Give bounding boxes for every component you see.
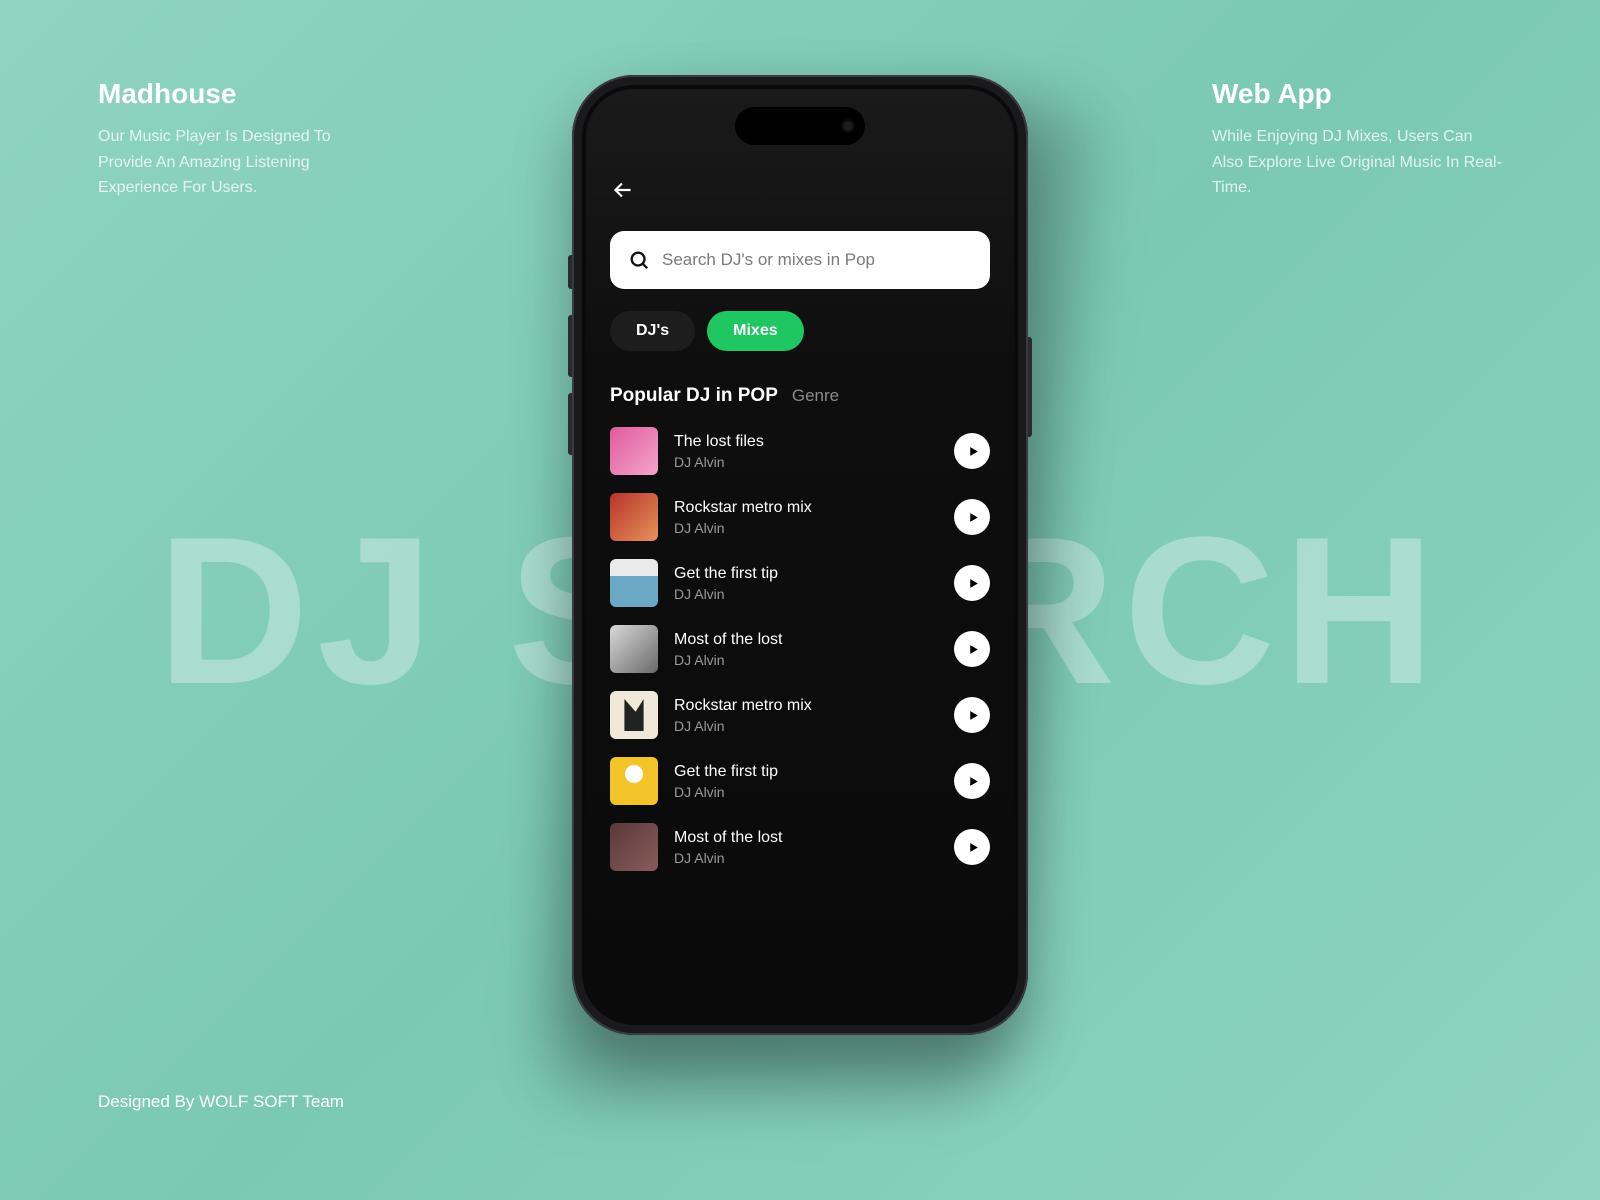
play-button[interactable] xyxy=(954,697,990,733)
track-row[interactable]: Rockstar metro mix DJ Alvin xyxy=(610,493,990,541)
track-title: Most of the lost xyxy=(674,631,938,649)
track-thumbnail xyxy=(610,559,658,607)
tab-djs[interactable]: DJ's xyxy=(610,311,695,351)
track-info: Most of the lost DJ Alvin xyxy=(674,631,938,668)
track-title: Rockstar metro mix xyxy=(674,499,938,517)
tab-mixes[interactable]: Mixes xyxy=(707,311,803,351)
track-thumbnail xyxy=(610,493,658,541)
track-artist: DJ Alvin xyxy=(674,718,938,734)
play-icon xyxy=(967,577,980,590)
track-list: The lost files DJ Alvin Rockstar metro m… xyxy=(610,427,990,871)
play-icon xyxy=(967,709,980,722)
track-info: Rockstar metro mix DJ Alvin xyxy=(674,697,938,734)
phone-volume-up xyxy=(568,315,572,377)
play-button[interactable] xyxy=(954,829,990,865)
play-button[interactable] xyxy=(954,631,990,667)
search-bar[interactable] xyxy=(610,231,990,289)
phone-volume-down xyxy=(568,393,572,455)
play-icon xyxy=(967,643,980,656)
track-title: Get the first tip xyxy=(674,763,938,781)
track-thumbnail xyxy=(610,625,658,673)
track-row[interactable]: The lost files DJ Alvin xyxy=(610,427,990,475)
arrow-left-icon xyxy=(610,177,636,203)
play-icon xyxy=(967,511,980,524)
right-info-block: Web App While Enjoying DJ Mixes, Users C… xyxy=(1212,78,1502,201)
phone-power-button xyxy=(1028,337,1032,437)
play-button[interactable] xyxy=(954,565,990,601)
section-subtitle: Genre xyxy=(792,386,839,406)
track-info: Most of the lost DJ Alvin xyxy=(674,829,938,866)
track-artist: DJ Alvin xyxy=(674,652,938,668)
right-description: While Enjoying DJ Mixes, Users Can Also … xyxy=(1212,124,1502,201)
track-artist: DJ Alvin xyxy=(674,586,938,602)
track-thumbnail xyxy=(610,691,658,739)
track-info: Get the first tip DJ Alvin xyxy=(674,565,938,602)
track-row[interactable]: Get the first tip DJ Alvin xyxy=(610,559,990,607)
track-thumbnail xyxy=(610,757,658,805)
track-info: The lost files DJ Alvin xyxy=(674,433,938,470)
track-row[interactable]: Most of the lost DJ Alvin xyxy=(610,625,990,673)
track-row[interactable]: Most of the lost DJ Alvin xyxy=(610,823,990,871)
play-icon xyxy=(967,841,980,854)
play-icon xyxy=(967,445,980,458)
track-info: Get the first tip DJ Alvin xyxy=(674,763,938,800)
play-button[interactable] xyxy=(954,499,990,535)
track-title: Most of the lost xyxy=(674,829,938,847)
track-artist: DJ Alvin xyxy=(674,850,938,866)
camera-icon xyxy=(841,119,855,133)
section-title: Popular DJ in POP xyxy=(610,385,778,407)
play-button[interactable] xyxy=(954,433,990,469)
track-artist: DJ Alvin xyxy=(674,784,938,800)
search-icon xyxy=(628,249,650,271)
left-info-block: Madhouse Our Music Player Is Designed To… xyxy=(98,78,388,201)
back-button[interactable] xyxy=(610,177,636,209)
track-title: Get the first tip xyxy=(674,565,938,583)
phone-frame: DJ's Mixes Popular DJ in POP Genre The l… xyxy=(572,75,1028,1035)
left-title: Madhouse xyxy=(98,78,388,110)
credit-text: Designed By WOLF SOFT Team xyxy=(98,1092,344,1112)
track-artist: DJ Alvin xyxy=(674,454,938,470)
track-artist: DJ Alvin xyxy=(674,520,938,536)
play-icon xyxy=(967,775,980,788)
track-title: The lost files xyxy=(674,433,938,451)
track-row[interactable]: Get the first tip DJ Alvin xyxy=(610,757,990,805)
phone-screen: DJ's Mixes Popular DJ in POP Genre The l… xyxy=(586,89,1014,1021)
dynamic-island xyxy=(735,107,865,145)
search-input[interactable] xyxy=(662,250,972,270)
filter-tabs: DJ's Mixes xyxy=(610,311,990,351)
right-title: Web App xyxy=(1212,78,1502,110)
phone-side-button xyxy=(568,255,572,289)
track-thumbnail xyxy=(610,427,658,475)
left-description: Our Music Player Is Designed To Provide … xyxy=(98,124,388,201)
section-header: Popular DJ in POP Genre xyxy=(610,385,990,407)
track-info: Rockstar metro mix DJ Alvin xyxy=(674,499,938,536)
track-row[interactable]: Rockstar metro mix DJ Alvin xyxy=(610,691,990,739)
track-title: Rockstar metro mix xyxy=(674,697,938,715)
track-thumbnail xyxy=(610,823,658,871)
play-button[interactable] xyxy=(954,763,990,799)
